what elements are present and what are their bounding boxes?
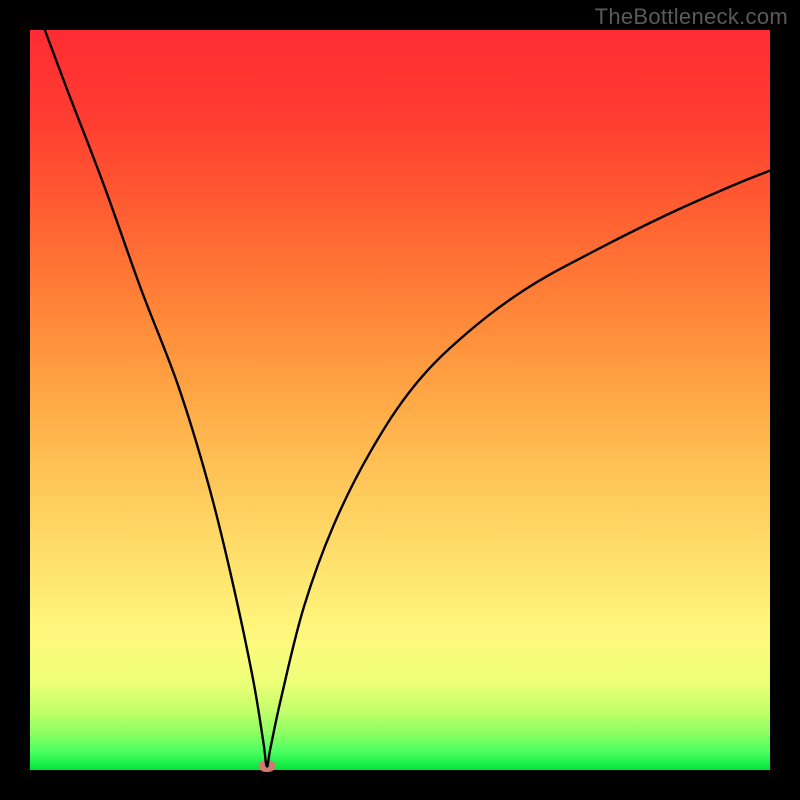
optimal-point-marker: [258, 760, 275, 772]
chart-frame: TheBottleneck.com: [0, 0, 800, 800]
plot-background-gradient: [30, 30, 770, 770]
watermark-text: TheBottleneck.com: [595, 4, 788, 30]
